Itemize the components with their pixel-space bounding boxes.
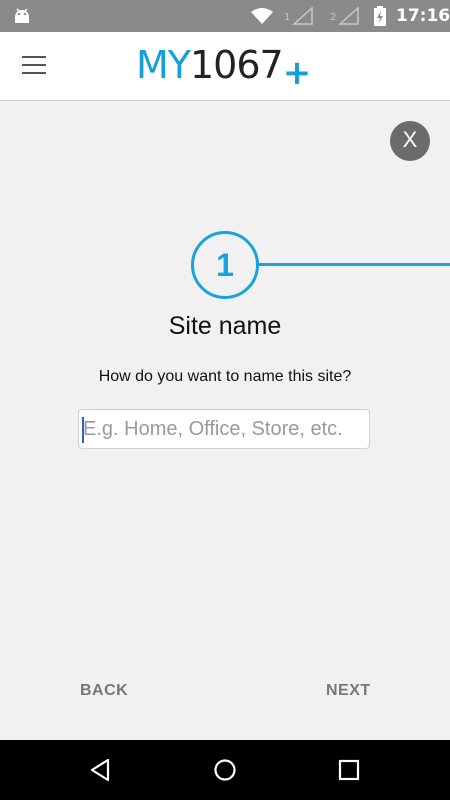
logo-my: MY [136, 43, 191, 87]
recents-icon[interactable] [335, 756, 363, 784]
site-name-input[interactable] [78, 409, 370, 449]
close-button[interactable]: X [390, 121, 430, 161]
text-caret [82, 417, 84, 443]
system-nav-bar [0, 740, 450, 800]
android-icon [15, 8, 29, 23]
back-button[interactable]: BACK [80, 682, 128, 700]
hamburger-icon [22, 56, 46, 58]
question-label: How do you want to name this site? [98, 368, 352, 385]
app-bar: MY1067+ [0, 32, 450, 101]
status-bar: 1 2 17:16 [0, 0, 450, 32]
step-indicator: 1 [191, 231, 259, 299]
battery-icon [374, 6, 386, 26]
next-button[interactable]: NEXT [326, 682, 371, 700]
back-icon[interactable] [86, 756, 114, 784]
page-title: Site name [168, 312, 282, 340]
clock-time: 17:16 [396, 6, 450, 26]
home-icon[interactable] [211, 756, 239, 784]
app-logo: MY1067+ [136, 43, 311, 93]
step-progress-line [256, 263, 450, 266]
sim1-label: 1 [284, 12, 290, 23]
wifi-icon [251, 8, 273, 24]
sim2-label: 2 [330, 12, 336, 23]
signal-icon: 2 [330, 7, 359, 25]
logo-plus: + [282, 53, 311, 93]
logo-number: 1067 [190, 43, 284, 87]
hamburger-menu-button[interactable] [22, 56, 48, 76]
signal-icon: 1 [284, 7, 313, 25]
